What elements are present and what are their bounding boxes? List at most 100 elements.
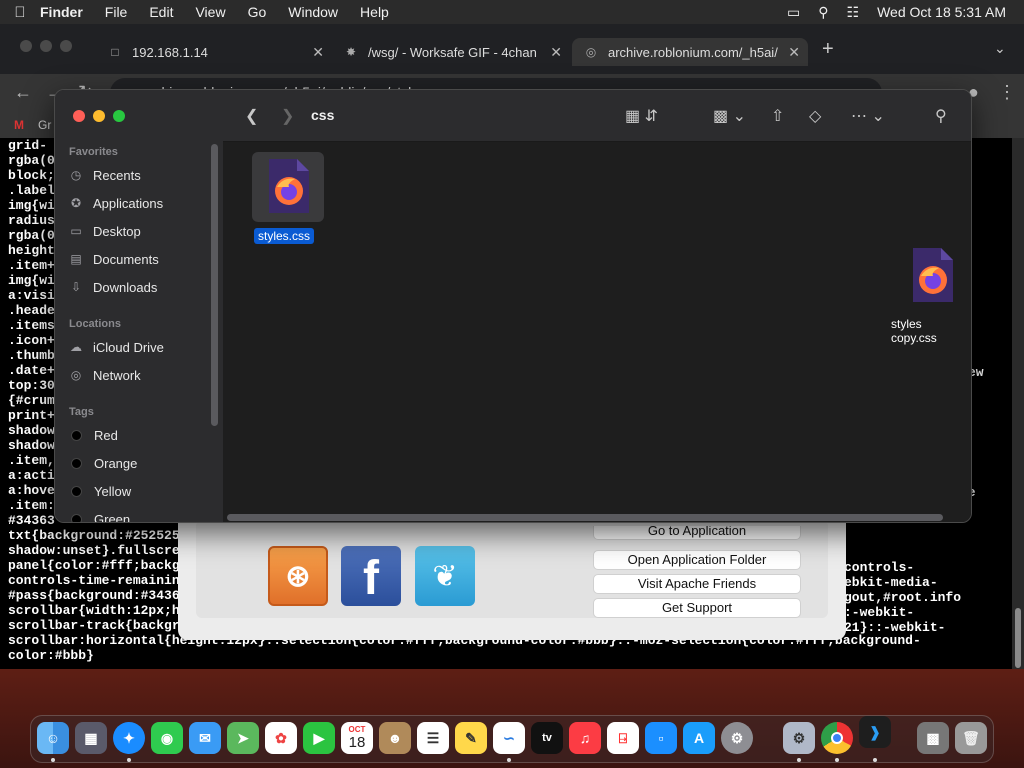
reminders-dock-icon[interactable]: ☰	[417, 722, 449, 754]
launchpad-dock-icon[interactable]: ▦	[75, 722, 107, 754]
tab-close-icon[interactable]: ✕	[550, 44, 562, 61]
zoom-window-button[interactable]	[113, 110, 125, 122]
freeform-dock-icon[interactable]: ∽	[493, 722, 525, 754]
get-support-button[interactable]: Get Support	[593, 598, 801, 618]
sidebar-tag-red[interactable]: Red	[69, 424, 118, 446]
control-center-icon[interactable]: ☷	[847, 4, 860, 21]
app-store-dock-icon[interactable]: A	[683, 722, 715, 754]
chrome-dock-icon[interactable]	[821, 722, 853, 754]
sidebar-scrollbar[interactable]	[211, 144, 218, 426]
vscode-dock-icon[interactable]: ❱	[859, 716, 891, 748]
menu-app-finder[interactable]: Finder	[40, 4, 83, 20]
new-tab-button[interactable]: +	[822, 38, 834, 61]
share-icon[interactable]: ⇧	[771, 106, 784, 126]
go-to-application-button[interactable]: Go to Application	[593, 526, 801, 540]
sidebar-item-downloads[interactable]: ⇩ Downloads	[69, 276, 157, 298]
browser-tab-3[interactable]: ◎ archive.roblonium.com/_h5ai/ ✕	[572, 38, 808, 66]
music-dock-icon[interactable]: ♫	[569, 722, 601, 754]
tab-close-icon[interactable]: ✕	[312, 44, 324, 61]
calendar-day: 18	[348, 734, 366, 751]
menu-window[interactable]: Window	[288, 4, 338, 20]
forward-chevron-icon[interactable]: ❯	[281, 106, 294, 126]
menu-file[interactable]: File	[105, 4, 128, 20]
sidebar-item-icloud-drive[interactable]: ☁ iCloud Drive	[69, 336, 164, 358]
menu-help[interactable]: Help	[360, 4, 389, 20]
xampp-manager-dock-icon[interactable]: ⚙	[783, 722, 815, 754]
running-indicator	[507, 758, 511, 762]
file-name-styles-copy-css[interactable]: styles copy.css	[887, 316, 971, 346]
sidebar-item-desktop[interactable]: ▭ Desktop	[69, 220, 140, 242]
scrollbar-thumb[interactable]	[1015, 608, 1021, 668]
document-icon: ▤	[70, 252, 82, 266]
xampp-logo-icon[interactable]: ⊛	[268, 546, 328, 606]
browser-close-dot[interactable]	[20, 40, 32, 52]
facebook-icon[interactable]: f	[341, 546, 401, 606]
browser-zoom-dot[interactable]	[60, 40, 72, 52]
page-icon: □	[111, 45, 119, 59]
firefox-document-icon[interactable]	[265, 157, 311, 215]
menu-bar:  Finder File Edit View Go Window Help ▭…	[0, 0, 1024, 24]
browser-tab-1[interactable]: □ 192.168.1.14 ✕	[108, 38, 324, 66]
sidebar-item-documents[interactable]: ▤ Documents	[69, 248, 159, 270]
spotlight-search-icon[interactable]: ⚲	[818, 4, 828, 21]
clock-icon: ◷	[70, 168, 82, 182]
more-actions-icon[interactable]: ⋯ ⌄	[851, 106, 885, 126]
browser-tab-2[interactable]: ✸ /wsg/ - Worksafe GIF - 4chan ✕	[344, 38, 562, 66]
sidebar-item-label: Recents	[93, 167, 141, 183]
sidebar-item-network[interactable]: ◎ Network	[69, 364, 141, 386]
back-chevron-icon[interactable]: ❮	[245, 106, 258, 126]
close-window-button[interactable]	[73, 110, 85, 122]
sidebar-item-label: Green	[94, 511, 131, 523]
tag-icon[interactable]: ◇	[809, 106, 821, 126]
photos-dock-icon[interactable]: ✿	[265, 722, 297, 754]
sidebar-item-recents[interactable]: ◷ Recents	[69, 164, 141, 186]
keynote-dock-icon[interactable]: ▫	[645, 722, 677, 754]
twitter-icon[interactable]: ❦	[415, 546, 475, 606]
group-by-icon[interactable]: ▩ ⌄	[713, 106, 746, 126]
browser-menu-icon[interactable]: ⋮	[998, 82, 1016, 103]
maps-dock-icon[interactable]: ➤	[227, 722, 259, 754]
calendar-dock-icon[interactable]: OCT 18	[341, 722, 373, 754]
running-indicator	[797, 758, 801, 762]
file-area-horizontal-scrollbar[interactable]	[227, 514, 943, 521]
visit-apache-friends-button[interactable]: Visit Apache Friends	[593, 574, 801, 594]
view-grid-icon[interactable]: ▦ ⇵	[625, 106, 658, 126]
minimize-window-button[interactable]	[93, 110, 105, 122]
firefox-document-icon[interactable]	[909, 246, 955, 304]
sidebar-tag-yellow[interactable]: Yellow	[69, 480, 131, 502]
code-fragment: controls-	[844, 560, 915, 575]
browser-minimize-dot[interactable]	[40, 40, 52, 52]
sidebar-item-applications[interactable]: ✪ Applications	[69, 192, 163, 214]
safari-dock-icon[interactable]: ✦	[113, 722, 145, 754]
open-application-folder-button[interactable]: Open Application Folder	[593, 550, 801, 570]
file-name-styles-css[interactable]: styles.css	[254, 228, 315, 244]
recent-folder-dock-icon[interactable]: ▩	[917, 722, 949, 754]
menu-view[interactable]: View	[195, 4, 225, 20]
finder-dock-icon[interactable]: ☺	[37, 722, 69, 754]
facetime-dock-icon[interactable]: ▶	[303, 722, 335, 754]
menu-go[interactable]: Go	[248, 4, 267, 20]
mail-dock-icon[interactable]: ✉	[189, 722, 221, 754]
back-arrow-icon[interactable]: ←	[14, 82, 32, 103]
sidebar-tag-green[interactable]: Green	[69, 508, 131, 523]
xampp-inner-panel: ⊛ f ❦ Go to Application Open Application…	[196, 520, 828, 618]
apple-menu-icon[interactable]: 	[0, 4, 40, 21]
apple-tv-dock-icon[interactable]: tv	[531, 722, 563, 754]
page-scrollbar[interactable]	[1012, 138, 1024, 669]
screen-mirroring-icon[interactable]: ▭	[787, 4, 800, 21]
system-settings-dock-icon[interactable]: ⚙	[721, 722, 753, 754]
messages-dock-icon[interactable]: ◉	[151, 722, 183, 754]
sidebar-item-label: Documents	[93, 251, 159, 267]
contacts-dock-icon[interactable]: ☻	[379, 722, 411, 754]
notes-dock-icon[interactable]: ✎	[455, 722, 487, 754]
trash-dock-icon[interactable]: 🗑	[955, 722, 987, 754]
menubar-clock[interactable]: Wed Oct 18 5:31 AM	[877, 4, 1006, 20]
tab-search-chevron-icon[interactable]: ⌄	[994, 40, 1006, 57]
sidebar-tag-orange[interactable]: Orange	[69, 452, 137, 474]
search-icon[interactable]: ⚲	[935, 106, 947, 126]
bookmark-gmail[interactable]: Gr	[38, 118, 51, 132]
tab-close-icon[interactable]: ✕	[788, 44, 800, 61]
news-dock-icon[interactable]: ⍈	[607, 722, 639, 754]
menu-edit[interactable]: Edit	[149, 4, 173, 20]
gmail-icon: M	[14, 118, 24, 132]
